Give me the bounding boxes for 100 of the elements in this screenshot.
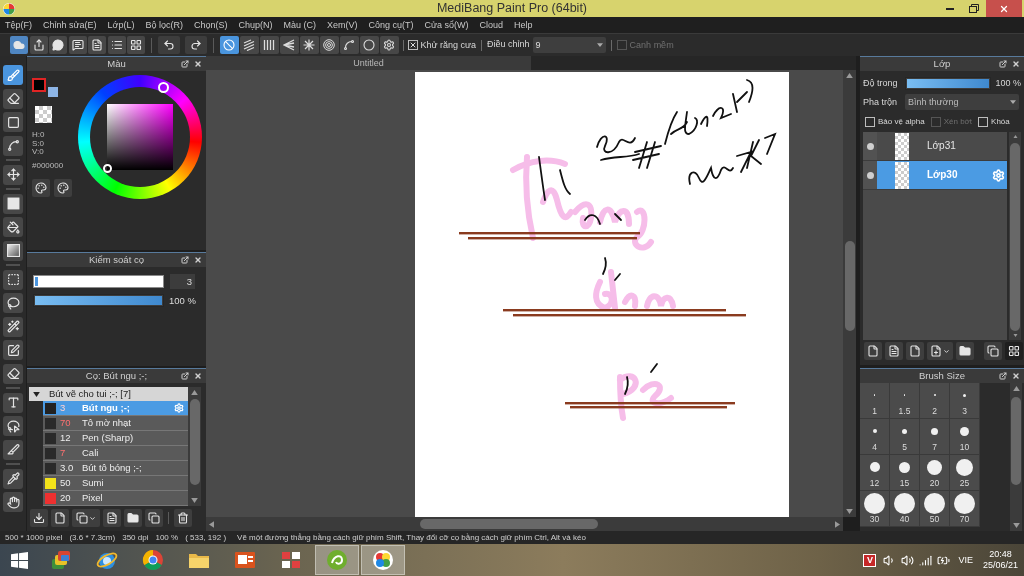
scroll-thumb[interactable] xyxy=(1011,397,1021,485)
speaker-icon[interactable] xyxy=(901,553,915,567)
comment-button[interactable] xyxy=(68,36,87,54)
tool-button[interactable] xyxy=(3,240,23,261)
ruler-button[interactable] xyxy=(300,36,319,54)
brush-group-row[interactable]: Bút vẽ cho tui ;-; [7] xyxy=(29,387,188,401)
brush-size-button[interactable]: 50 xyxy=(920,491,950,527)
tool-button[interactable] xyxy=(3,416,23,436)
antialias-checkbox[interactable]: Khử răng cưa xyxy=(407,40,477,50)
menu-item[interactable]: Chỉnh sửa(E) xyxy=(41,20,99,30)
close-icon[interactable] xyxy=(1012,60,1020,68)
scrollbar[interactable] xyxy=(206,517,843,531)
checkbox[interactable]: Khóa xyxy=(978,116,1010,127)
scrollbar[interactable] xyxy=(188,387,201,506)
scrollbar[interactable] xyxy=(843,70,856,517)
menu-item[interactable]: Cloud xyxy=(477,20,506,30)
taskbar-app-button[interactable] xyxy=(361,545,405,575)
brush-size-button[interactable]: 12 xyxy=(860,455,890,491)
transparent-swatch[interactable] xyxy=(35,106,52,123)
tool-button[interactable] xyxy=(3,193,23,214)
brush-size-button[interactable]: 1.5 xyxy=(890,383,920,419)
layer-row[interactable]: Lớp31 xyxy=(863,132,1008,161)
menu-item[interactable]: Công cụ(T) xyxy=(366,20,416,30)
scroll-thumb[interactable] xyxy=(189,399,200,485)
menu-item[interactable]: Cửa sổ(W) xyxy=(422,20,471,30)
tool-button[interactable] xyxy=(3,293,23,313)
undock-icon[interactable] xyxy=(181,60,189,68)
tool-button[interactable] xyxy=(3,316,23,337)
menu-item[interactable]: Chụp(N) xyxy=(236,20,275,30)
brush-size-button[interactable]: 5 xyxy=(890,419,920,455)
grid-button[interactable] xyxy=(127,36,145,54)
scroll-thumb[interactable] xyxy=(420,519,598,529)
undock-icon[interactable] xyxy=(999,60,1007,68)
tool-button[interactable] xyxy=(3,135,23,156)
speech-bubble-button[interactable] xyxy=(49,36,67,54)
primary-color-swatch[interactable] xyxy=(32,78,46,92)
brush-row[interactable]: 70 Tô mờ nhạt xyxy=(43,416,188,431)
checkbox[interactable]: Bảo vệ alpha xyxy=(865,116,925,127)
taskbar-app-button[interactable] xyxy=(315,545,359,575)
copy-button[interactable] xyxy=(72,509,100,527)
menu-item[interactable]: Bộ lọc(R) xyxy=(143,20,185,30)
file-button[interactable] xyxy=(864,342,882,360)
file-button[interactable] xyxy=(906,342,924,360)
ruler-button[interactable] xyxy=(320,36,339,54)
brush-size-button[interactable]: 1 xyxy=(860,383,890,419)
brush-size-button[interactable]: 70 xyxy=(950,491,980,527)
tool-button[interactable] xyxy=(3,468,23,489)
brush-size-button[interactable]: 3 xyxy=(950,383,980,419)
undock-icon[interactable] xyxy=(181,256,189,264)
brush-row[interactable]: 3.0 Bút tô bóng ;-; xyxy=(43,461,188,476)
settings-icon[interactable] xyxy=(174,403,184,413)
brush-row[interactable]: 50 Sumi xyxy=(43,476,188,491)
brush-size-button[interactable]: 10 xyxy=(950,419,980,455)
tool-button[interactable] xyxy=(3,492,23,512)
scroll-thumb[interactable] xyxy=(1010,143,1021,331)
ruler-button[interactable] xyxy=(240,36,259,54)
tool-button[interactable] xyxy=(3,112,23,132)
folder-button[interactable] xyxy=(956,342,974,360)
redo-button[interactable] xyxy=(185,36,207,54)
brush-size-button[interactable]: 7 xyxy=(920,419,950,455)
brush-size-field[interactable]: 3 xyxy=(170,274,195,289)
ruler-button[interactable] xyxy=(220,36,239,54)
share-button[interactable] xyxy=(29,36,48,54)
tool-button[interactable] xyxy=(3,269,23,290)
file-plus-button[interactable] xyxy=(927,342,953,360)
document-button[interactable] xyxy=(103,509,121,527)
close-icon[interactable] xyxy=(1012,372,1020,380)
undo-button[interactable] xyxy=(158,36,180,54)
signal-bars-icon[interactable] xyxy=(919,553,933,567)
undock-icon[interactable] xyxy=(181,372,189,380)
palette-button[interactable] xyxy=(54,178,72,197)
settings-icon[interactable] xyxy=(992,168,1006,182)
menu-item[interactable]: Xem(V) xyxy=(325,20,360,30)
brush-size-button[interactable]: 4 xyxy=(860,419,890,455)
scrollbar[interactable] xyxy=(1009,132,1021,340)
brush-size-button[interactable]: 20 xyxy=(920,455,950,491)
document-button[interactable] xyxy=(88,36,106,54)
ruler-button[interactable] xyxy=(280,36,299,54)
input-method-indicator[interactable]: V xyxy=(863,553,877,567)
ruler-button[interactable] xyxy=(260,36,279,54)
menu-item[interactable]: Lớp(L) xyxy=(105,20,137,30)
tool-button[interactable] xyxy=(3,439,23,460)
grid-button[interactable] xyxy=(1005,342,1023,360)
tool-button[interactable] xyxy=(3,363,23,384)
hue-handle[interactable] xyxy=(158,82,169,93)
close-icon[interactable] xyxy=(194,372,202,380)
ruler-button[interactable] xyxy=(380,36,399,54)
document-tab[interactable]: Untitled xyxy=(206,56,531,70)
saturation-value-square[interactable] xyxy=(107,104,173,170)
tool-button[interactable] xyxy=(3,217,23,237)
cloud-button[interactable] xyxy=(10,36,28,54)
brush-size-slider[interactable] xyxy=(33,275,164,288)
brush-size-button[interactable]: 40 xyxy=(890,491,920,527)
scroll-thumb[interactable] xyxy=(844,241,855,331)
folder-button[interactable] xyxy=(124,509,142,527)
correction-dropdown[interactable]: 9 xyxy=(532,37,606,53)
menu-item[interactable]: Tệp(F) xyxy=(3,20,34,30)
blend-mode-dropdown[interactable]: Bình thường xyxy=(905,94,1019,110)
menu-item[interactable]: Help xyxy=(512,20,535,30)
palette-button[interactable] xyxy=(32,178,50,197)
